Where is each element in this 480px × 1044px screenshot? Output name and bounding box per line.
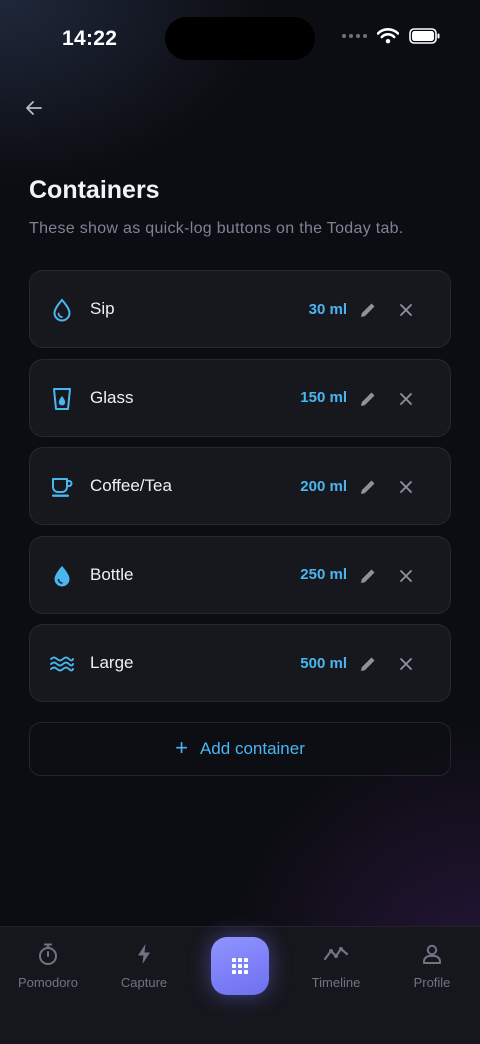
droplet-outline-icon [50,298,74,322]
edit-button[interactable] [358,654,378,674]
close-icon [400,304,412,316]
plus-icon: + [175,734,188,760]
close-icon [400,569,412,582]
delete-button[interactable] [397,655,415,673]
droplet-filled-icon [50,564,74,588]
bolt-icon [131,941,157,967]
status-time: 14:22 [62,27,118,50]
pencil-icon [361,303,375,317]
edit-button[interactable] [358,300,378,320]
bottom-tab-bar: Pomodoro Capture Timeline Profile [0,926,480,1044]
tab-pomodoro[interactable]: Pomodoro [0,941,96,990]
close-icon [400,658,412,670]
tab-timeline[interactable]: Timeline [288,941,384,990]
edit-button[interactable] [358,389,378,409]
status-icons [342,28,441,44]
signal-dots-icon [342,34,367,38]
delete-button[interactable] [397,390,415,408]
container-amount: 150 ml [300,389,347,406]
grid-icon [232,958,248,974]
page-title: Containers [29,176,160,204]
container-label: Large [90,653,134,672]
tab-label: Capture [120,975,168,990]
user-icon [419,941,445,967]
tab-label: Profile [413,975,451,990]
delete-button[interactable] [397,478,415,496]
trend-line-icon [323,941,349,967]
status-bar: 14:22 [0,0,480,80]
container-amount: 250 ml [300,566,347,583]
pencil-icon [361,480,375,494]
wifi-icon [377,28,399,44]
glass-icon [50,387,74,411]
edit-button[interactable] [358,477,378,497]
tab-label: Pomodoro [18,975,78,990]
apps-grid-button[interactable] [211,937,269,995]
stopwatch-icon [35,941,61,967]
dynamic-island [165,17,315,60]
pencil-icon [361,657,375,671]
waves-icon [50,652,74,676]
arrow-left-icon [26,101,42,115]
container-item[interactable]: Glass 150 ml [29,358,451,437]
page-subtitle: These show as quick-log buttons on the T… [29,220,404,237]
container-item[interactable]: Coffee/Tea 200 ml [29,447,451,525]
close-icon [400,481,412,493]
container-label: Coffee/Tea [90,476,172,495]
container-label: Bottle [90,564,134,584]
container-amount: 200 ml [300,477,347,495]
delete-button[interactable] [397,567,415,585]
back-button[interactable] [20,94,48,122]
coffee-cup-icon [50,475,74,499]
edit-button[interactable] [358,566,378,586]
tab-label: Timeline [311,975,361,990]
container-amount: 500 ml [300,654,347,672]
pencil-icon [361,392,375,406]
battery-icon [409,28,441,44]
delete-button[interactable] [397,301,415,319]
container-label: Sip [90,299,115,318]
container-amount: 30 ml [308,300,347,318]
container-item[interactable]: Large 500 ml [29,624,451,702]
container-list: Sip 30 ml Glass 150 ml Coffee/Tea 200 ml… [29,270,451,713]
container-item[interactable]: Bottle 250 ml [29,535,451,614]
tab-profile[interactable]: Profile [384,941,480,990]
close-icon [400,392,412,405]
add-container-label: Add container [199,739,305,758]
container-item[interactable]: Sip 30 ml [29,270,451,348]
container-label: Glass [90,387,134,407]
tab-capture[interactable]: Capture [96,941,192,990]
pencil-icon [361,569,375,583]
add-container-button[interactable]: + Add container [29,722,451,776]
